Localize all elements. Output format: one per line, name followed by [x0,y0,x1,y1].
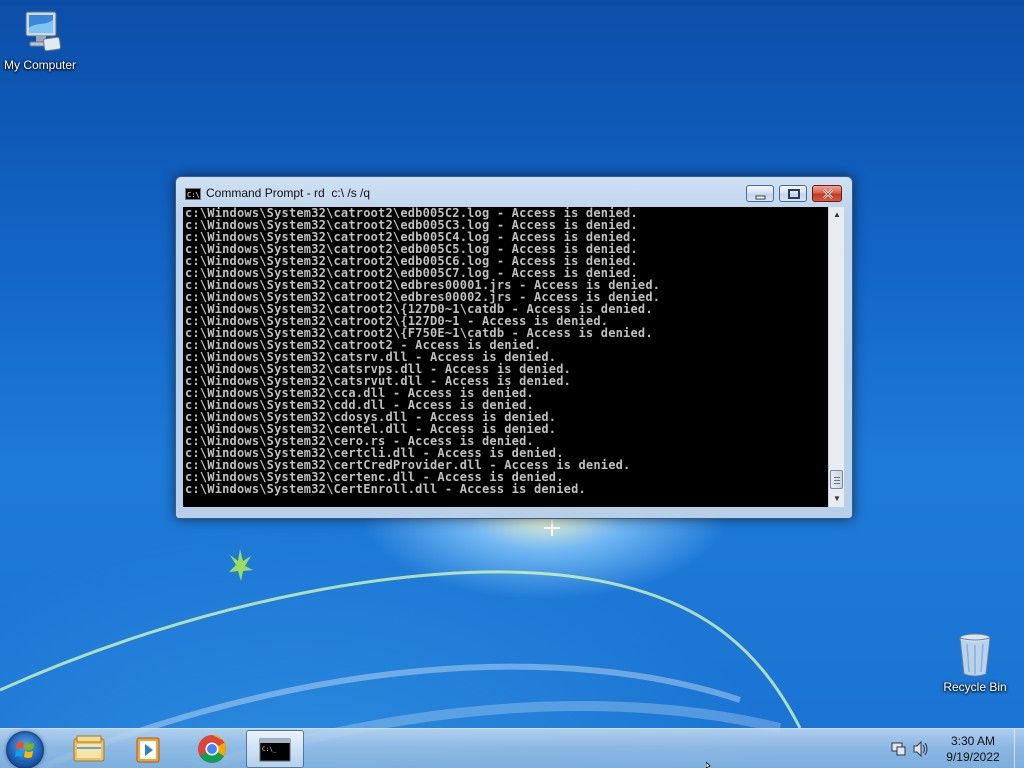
start-button[interactable] [6,731,44,768]
show-desktop-button[interactable] [1014,729,1024,768]
clock-date: 9/19/2022 [946,750,1000,764]
console-output[interactable]: c:\Windows\System32\catroot2\edb005C2.lo… [183,207,828,507]
chrome-icon [198,735,226,763]
media-player-icon [136,737,160,763]
command-prompt-taskbar-icon: C:\_ [259,738,291,762]
maximize-button[interactable] [779,185,807,202]
window-titlebar[interactable]: C:\ Command Prompt - rd c:\ /s /q [176,177,852,207]
scrollbar-thumb[interactable] [830,470,843,489]
taskbar-clock[interactable]: 3:30 AM 9/19/2022 [936,733,1010,765]
recycle-bin-icon [959,633,991,677]
taskbar: C:\_ 3:30 AM 9/19/2022 [0,728,1024,768]
taskbar-explorer-button[interactable] [60,730,118,768]
maximize-icon [788,189,800,199]
recycle-bin-desktop-icon[interactable]: Recycle Bin [935,630,1015,694]
console-scrollbar[interactable]: ▲ ▼ [828,207,844,507]
command-prompt-window[interactable]: C:\ Command Prompt - rd c:\ /s /q c:\Win… [175,176,853,519]
network-icon[interactable] [891,742,906,756]
windows-explorer-icon [73,735,105,762]
command-prompt-icon: C:\ [185,188,201,200]
volume-icon[interactable] [913,740,928,758]
computer-icon [25,11,61,52]
clock-time: 3:30 AM [950,734,996,748]
recycle-bin-label: Recycle Bin [943,680,1007,694]
console-line: c:\Windows\System32\CertEnroll.dll - Acc… [185,482,586,496]
my-computer-desktop-icon[interactable]: My Computer [0,8,80,72]
scroll-down-arrow-icon[interactable]: ▼ [830,492,844,506]
close-button[interactable] [812,185,842,202]
my-computer-label: My Computer [3,58,77,72]
scroll-up-arrow-icon[interactable]: ▲ [830,208,844,222]
minimize-button[interactable] [746,185,774,202]
window-title: Command Prompt - rd c:\ /s /q [206,186,371,200]
close-icon [823,189,833,199]
svg-text:C:\_: C:\_ [262,746,277,753]
windows-logo-icon [15,742,34,758]
taskbar-command-prompt-button[interactable]: C:\_ [246,730,304,768]
taskbar-chrome-button[interactable] [183,730,241,768]
taskbar-media-player-button[interactable] [120,730,178,768]
mouse-cursor-icon [706,762,711,768]
minimize-icon [755,195,766,200]
